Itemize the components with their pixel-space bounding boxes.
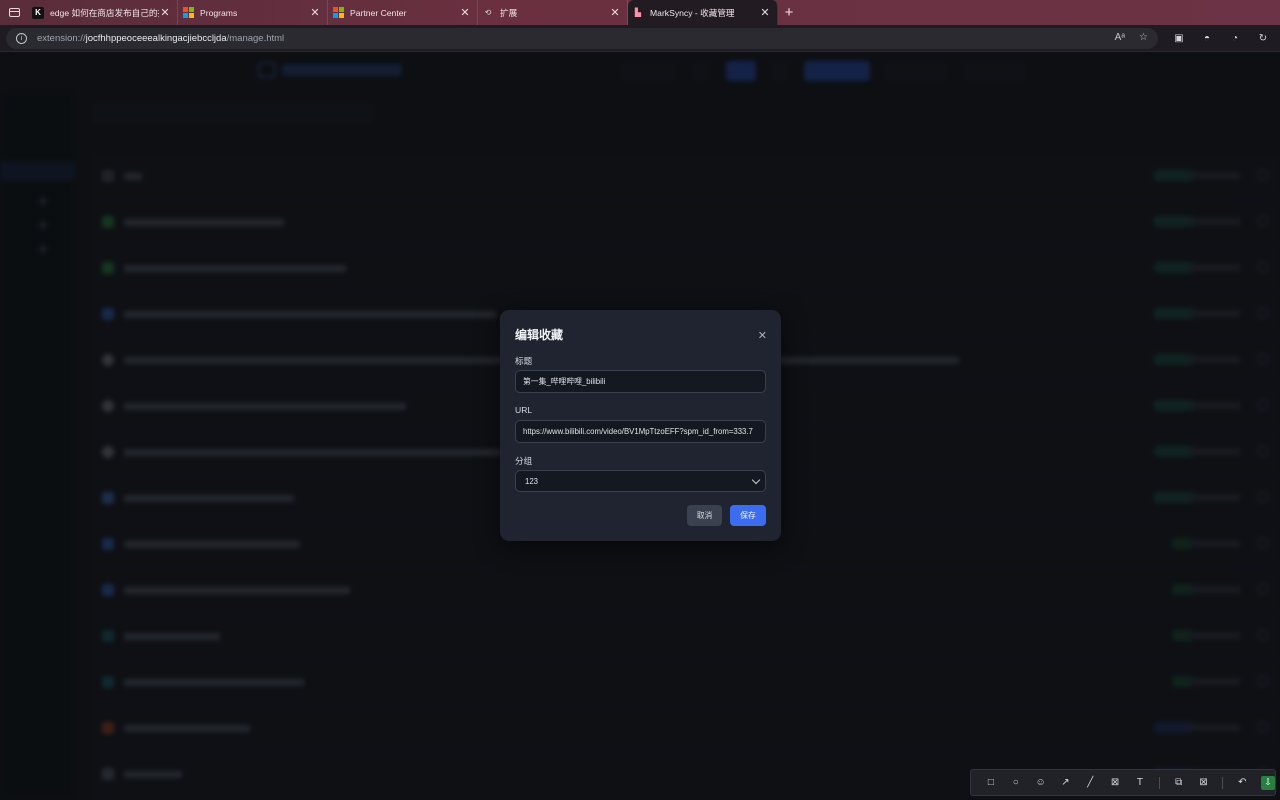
pin-tool-icon[interactable]: ⧉ <box>1173 777 1185 789</box>
dialog-actions: 取消 保存 <box>687 505 766 526</box>
tab-extensions[interactable]: ⟲ 扩展 ✕ <box>478 0 628 25</box>
close-tab-icon[interactable]: ✕ <box>159 6 171 19</box>
tab-title: edge 如何在商店发布自己的拓展 <box>50 7 159 18</box>
tab-actions-icon[interactable] <box>0 0 28 25</box>
url-prefix: extension:// <box>37 32 86 44</box>
microsoft-logo-icon <box>182 6 194 19</box>
extension-icon: ⟲ <box>484 8 492 17</box>
site-info-icon[interactable]: i <box>16 32 27 44</box>
marksyncy-icon: ▙ <box>634 8 642 17</box>
address-bar[interactable]: i extension://jocfhhppeoceeealkingacjieb… <box>6 27 1158 49</box>
close-capture-icon[interactable]: ⊠ <box>1198 777 1210 789</box>
browser-tab-bar: K edge 如何在商店发布自己的拓展 ✕ Programs ✕ Partner… <box>0 0 1280 25</box>
url-input[interactable]: https://www.bilibili.com/video/BV1MpTtzo… <box>515 420 766 443</box>
url-path: /manage.html <box>226 32 285 44</box>
close-icon[interactable]: ✕ <box>758 329 767 342</box>
tab-marksyncy[interactable]: ▙ MarkSyncy - 收藏管理 ✕ <box>628 0 778 25</box>
group-select[interactable]: 123 <box>515 470 766 492</box>
screenshot-tool-icon[interactable]: ▣ <box>1172 31 1186 45</box>
title-field-label: 标题 <box>515 356 533 366</box>
toolbar-divider <box>1158 776 1160 789</box>
title-input[interactable]: 第一集_哔哩哔哩_bilibili <box>515 370 766 393</box>
tab-partner-center[interactable]: Partner Center ✕ <box>328 0 478 25</box>
favorite-star-icon[interactable]: ☆ <box>1139 32 1148 43</box>
toolbar-divider <box>1222 776 1224 789</box>
tab-title: Programs <box>200 7 238 18</box>
close-tab-icon[interactable]: ✕ <box>459 6 471 19</box>
save-button[interactable]: 保存 <box>730 505 766 526</box>
tab-title: MarkSyncy - 收藏管理 <box>650 7 735 18</box>
read-aloud-icon[interactable]: Aᵃ <box>1115 32 1125 43</box>
url-field-label: URL <box>515 405 533 415</box>
tab-edge-publish[interactable]: K edge 如何在商店发布自己的拓展 ✕ <box>28 0 178 25</box>
url-host: jocfhhppeoceeealkingacjiebccljda <box>85 32 227 44</box>
edit-bookmark-dialog: 编辑收藏 ✕ 标题 第一集_哔哩哔哩_bilibili URL https://… <box>500 310 781 541</box>
text-tool-icon[interactable]: T <box>1134 777 1146 789</box>
rectangle-tool-icon[interactable]: □ <box>985 777 997 789</box>
tab-title: 扩展 <box>500 7 518 18</box>
chevron-down-icon <box>751 475 761 484</box>
cancel-button[interactable]: 取消 <box>687 505 722 526</box>
arrow-tool-icon[interactable]: ↗ <box>1059 777 1071 789</box>
line-tool-icon[interactable]: ╱ <box>1084 777 1096 789</box>
group-select-value: 123 <box>525 476 539 486</box>
new-tab-button[interactable]: + <box>778 4 800 21</box>
group-field-label: 分组 <box>515 456 533 466</box>
tab-title: Partner Center <box>350 7 407 18</box>
close-tab-icon[interactable]: ✕ <box>609 6 621 19</box>
mosaic-tool-icon[interactable]: ⊠ <box>1109 777 1121 789</box>
capture-toolbar: □ ○ ☺ ↗ ╱ ⊠ T ⧉ ⊠ ↶ ⇩ <box>970 769 1276 796</box>
tab-programs[interactable]: Programs ✕ <box>178 0 328 25</box>
dialog-title: 编辑收藏 <box>515 328 564 342</box>
copilot-icon[interactable]: ◓ <box>1200 31 1214 45</box>
extension-shortcut-icon[interactable]: ◔ <box>1228 31 1242 45</box>
confirm-capture-icon[interactable]: ⇩ <box>1261 775 1276 790</box>
close-tab-icon[interactable]: ✕ <box>309 6 321 19</box>
close-tab-icon[interactable]: ✕ <box>759 6 771 19</box>
k-logo-icon: K <box>32 6 44 19</box>
microsoft-logo-icon <box>332 6 344 19</box>
ellipse-tool-icon[interactable]: ○ <box>1010 777 1022 789</box>
address-bar-row: i extension://jocfhhppeoceeealkingacjieb… <box>0 25 1280 52</box>
emoji-tool-icon[interactable]: ☺ <box>1035 777 1047 789</box>
refresh-icon[interactable]: ↻ <box>1256 31 1270 45</box>
undo-icon[interactable]: ↶ <box>1236 777 1248 789</box>
